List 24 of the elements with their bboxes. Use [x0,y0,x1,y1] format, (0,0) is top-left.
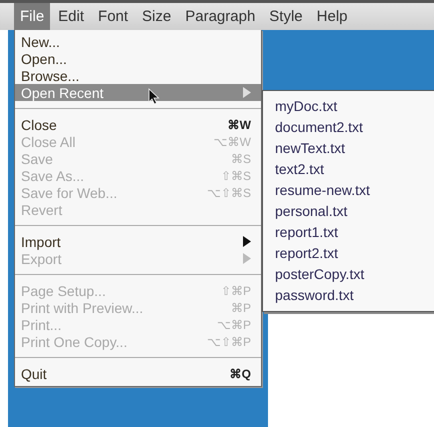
menu-item[interactable]: Import [15,233,261,250]
mouse-pointer-icon [148,88,160,105]
recent-file-item[interactable]: posterCopy.txt [263,263,434,284]
menu-item[interactable]: New... [15,33,261,50]
recent-file-item[interactable]: report1.txt [263,221,434,242]
menu-bar-item[interactable]: Size [136,3,178,30]
recent-file-item[interactable]: password.txt [263,284,434,305]
recent-file-item[interactable]: resume-new.txt [263,179,434,200]
recent-file-item[interactable]: text2.txt [263,158,434,179]
menu-item[interactable]: Close ⌘W [15,116,261,133]
recent-file-item[interactable]: myDoc.txt [263,95,434,116]
menu-item[interactable]: Quit ⌘Q [15,365,261,382]
menu-item[interactable]: Browse... [15,67,261,84]
menu-bar-item[interactable]: File [14,3,50,30]
recent-file-item[interactable]: report2.txt [263,242,434,263]
menu-bar-item[interactable]: Font [92,3,134,30]
menu-bar-item[interactable]: Edit [52,3,90,30]
recent-file-item[interactable]: newText.txt [263,137,434,158]
recent-file-item[interactable]: document2.txt [263,116,434,137]
menu-item[interactable]: Open... [15,50,261,67]
recent-file-item[interactable]: personal.txt [263,200,434,221]
menu-bar-item[interactable]: Style [263,3,309,30]
menu-bar-item[interactable]: Paragraph [179,3,262,30]
menu-bar-item[interactable]: Help [310,3,354,30]
